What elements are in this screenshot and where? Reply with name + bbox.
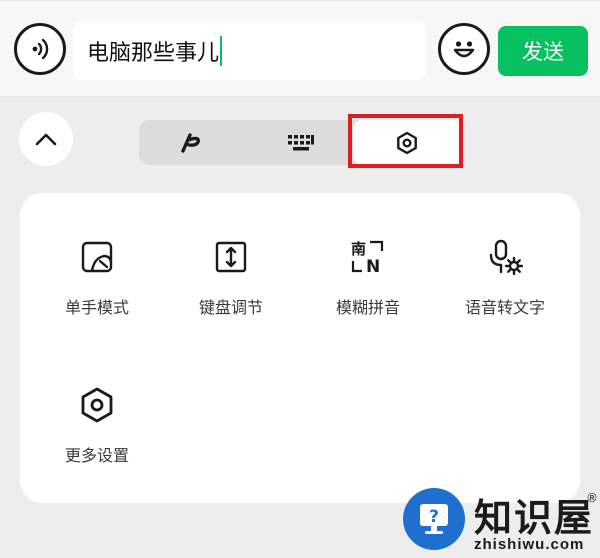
- message-input[interactable]: 电脑那些事儿: [73, 22, 426, 80]
- fuzzy-pinyin-icon: 南 N: [348, 237, 388, 277]
- registered-mark: ®: [586, 491, 598, 505]
- keyboard-resize-icon: [211, 237, 251, 277]
- svg-text:?: ?: [429, 507, 439, 527]
- tool-fuzzy-pinyin[interactable]: 南 N 模糊拼音: [303, 237, 433, 318]
- help-monitor-icon: ?: [420, 504, 448, 534]
- tool-keyboard-resize[interactable]: 键盘调节: [166, 237, 296, 318]
- chevron-up-icon: [35, 133, 57, 146]
- watermark-logo: ?: [403, 488, 465, 550]
- tab-handwrite[interactable]: [139, 120, 247, 165]
- tool-more-settings[interactable]: 更多设置: [32, 385, 162, 466]
- handwrite-icon: [181, 132, 200, 153]
- highlight-annotation-box: [348, 114, 463, 168]
- tool-label: 更多设置: [64, 446, 129, 465]
- tool-label: 单手模式: [64, 298, 129, 317]
- emoji-icon: [453, 41, 475, 58]
- message-text: 电脑那些事儿: [87, 41, 220, 66]
- text-cursor: [220, 36, 223, 66]
- svg-text:南: 南: [351, 240, 366, 258]
- tool-one-hand-mode[interactable]: 单手模式: [32, 237, 162, 318]
- watermark-domain: zhishiwu.com: [474, 536, 585, 553]
- keyboard-icon: [288, 134, 314, 150]
- tool-voice-to-text[interactable]: 语音转文字: [440, 237, 570, 318]
- voice-button[interactable]: [14, 23, 66, 75]
- one-hand-mode-icon: [77, 237, 117, 277]
- more-settings-icon: [77, 385, 117, 425]
- watermark-name: 知识屋: [474, 495, 595, 540]
- settings-panel: 单手模式 键盘调节 南 N 模糊拼音 语音转文字 更多设置: [20, 193, 580, 503]
- voice-icon: [32, 38, 49, 60]
- tool-label: 键盘调节: [198, 298, 263, 317]
- svg-text:N: N: [366, 257, 380, 275]
- tab-keyboard[interactable]: [247, 120, 355, 165]
- send-button[interactable]: 发送: [498, 26, 588, 76]
- input-bar: 电脑那些事儿 发送: [0, 0, 600, 97]
- emoji-button[interactable]: [438, 23, 490, 75]
- collapse-button[interactable]: [19, 112, 73, 166]
- tool-label: 语音转文字: [464, 298, 545, 317]
- voice-to-text-icon: [485, 237, 525, 277]
- tool-label: 模糊拼音: [335, 298, 400, 317]
